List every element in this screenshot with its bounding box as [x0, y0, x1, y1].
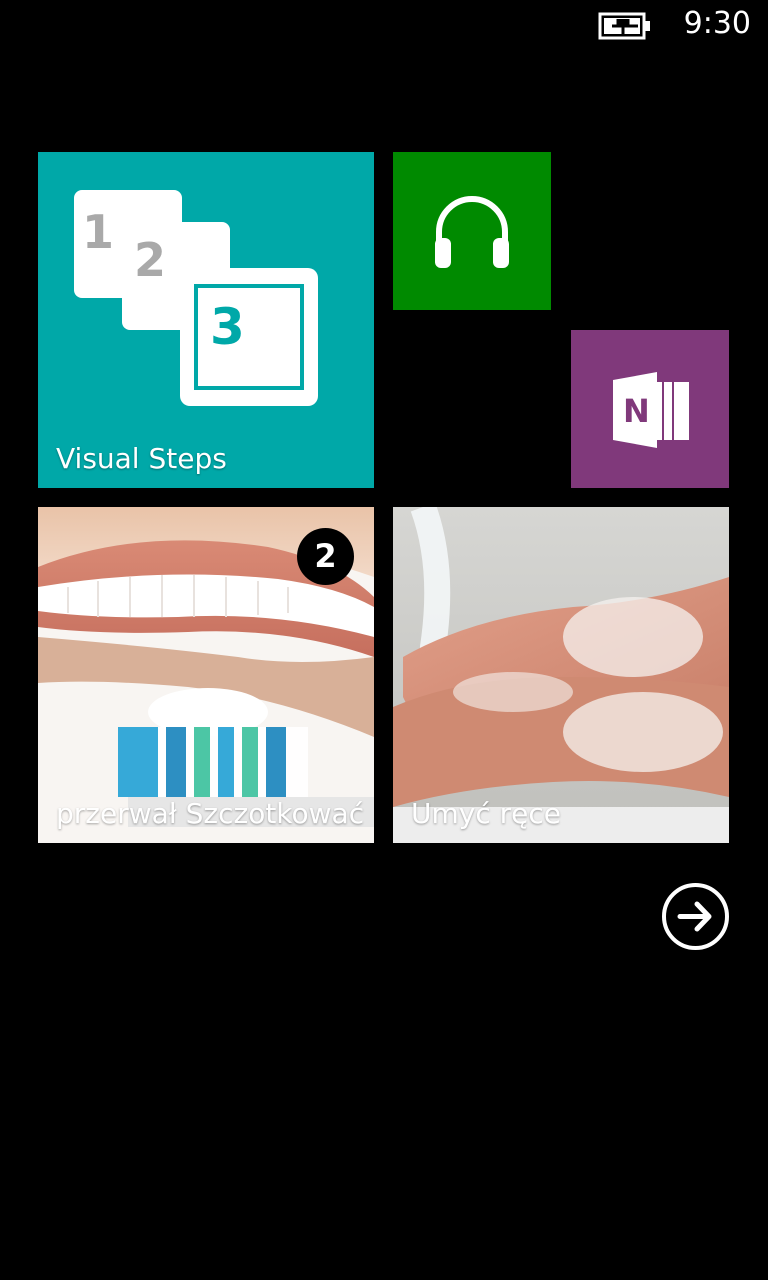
- tile-brush-teeth[interactable]: 2 przerwał Szczotkować: [38, 507, 374, 843]
- battery-charging-icon: [598, 12, 650, 40]
- status-bar: 9:30: [0, 0, 768, 50]
- tile-label-brush-teeth: przerwał Szczotkować: [56, 797, 365, 830]
- hand-washing-photo: [393, 507, 729, 843]
- headphones-icon: [435, 196, 509, 268]
- svg-text:1: 1: [82, 205, 114, 259]
- svg-text:N: N: [623, 392, 650, 430]
- onenote-icon: N: [613, 372, 689, 448]
- tile-label-wash-hands: Umyć ręce: [411, 797, 561, 830]
- tile-visual-steps[interactable]: 1 2 3 Visual Steps: [38, 152, 374, 488]
- arrow-right-circle-icon[interactable]: [661, 882, 730, 951]
- steps-123-icon: 1 2 3: [74, 190, 318, 406]
- svg-text:2: 2: [134, 233, 166, 287]
- notification-badge: 2: [297, 528, 354, 585]
- svg-text:3: 3: [210, 298, 245, 356]
- tile-wash-hands[interactable]: Umyć ręce: [393, 507, 729, 843]
- tile-music[interactable]: [393, 152, 551, 310]
- tile-label-visual-steps: Visual Steps: [56, 442, 227, 475]
- tile-onenote[interactable]: N: [571, 330, 729, 488]
- clock: 9:30: [683, 6, 751, 41]
